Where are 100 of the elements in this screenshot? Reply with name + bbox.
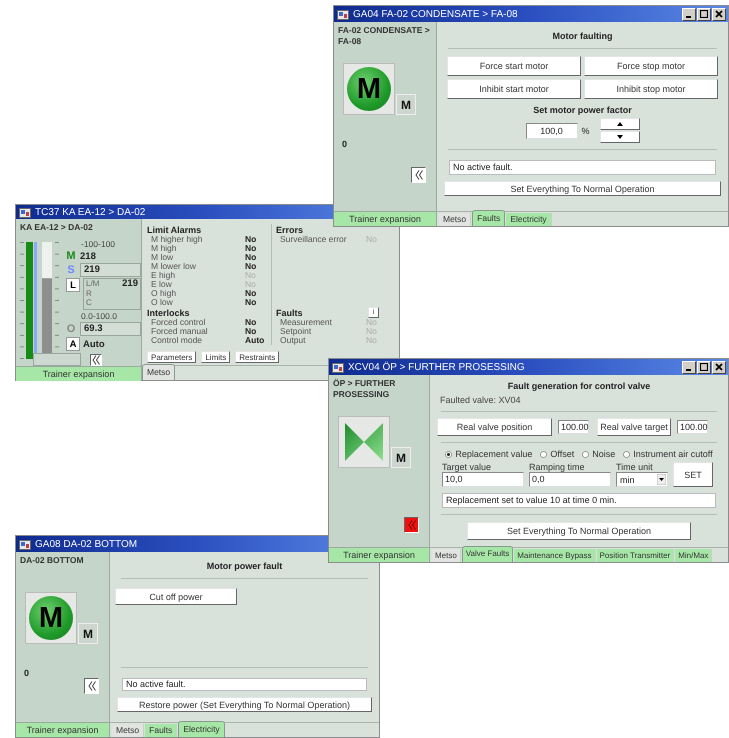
action-button[interactable]: Inhibit stop motor [584,79,718,99]
section-title: Set motor power factor [532,104,633,116]
radio-option[interactable]: Offset [540,449,574,460]
status-value: No [245,235,258,244]
measurement-value: 218 [80,250,96,262]
status-label: O high [151,289,178,298]
tab[interactable]: Faults [145,724,178,737]
reset-button[interactable]: Set Everything To Normal Operation [444,181,721,196]
status-label: Forced control [151,318,206,327]
tab[interactable]: Position Transmitter [596,549,674,562]
tab[interactable]: Metso [112,724,144,737]
action-button[interactable]: Force start motor [447,56,581,76]
section-title: Motor faulting [552,30,614,42]
trainer-expansion-tab[interactable]: Trainer expansion [16,366,141,381]
mode-label: C [86,298,92,308]
field-label: Target value [442,462,492,472]
action-button[interactable]: Cut off power [115,588,237,605]
mode-indicator[interactable]: M [391,447,411,468]
radio-option[interactable]: Noise [582,449,616,460]
status-label: Measurement [280,318,333,327]
mode-label: R [86,288,92,298]
status-value: Auto [245,336,266,345]
panel-heading: KA EA-12 > DA-02 [19,221,94,233]
field-label: Ramping time [529,462,586,472]
tab[interactable]: Metso [432,549,461,562]
tab[interactable]: Faults [472,210,506,226]
unit-label: % [582,126,591,136]
output-tag: O [65,323,77,335]
status-label: M lower low [151,262,197,271]
radio-option[interactable]: Replacement value [445,449,532,460]
status-value: No [245,289,258,298]
section-title: Fault generation for control valve [506,380,652,392]
radio-option[interactable]: Instrument air cutoff [623,449,713,460]
tab[interactable]: Maintenance Bypass [514,549,596,562]
status-value: No [245,318,258,327]
status-field: Replacement set to value 10 at time 0 min. [442,493,716,508]
tab[interactable]: Valve Faults [462,546,514,562]
range-label: -100-100 [80,239,116,249]
panel-button[interactable]: Parameters [147,351,196,363]
field-label: Time unit [616,462,654,472]
tab[interactable]: Electricity [178,721,225,737]
reading-button[interactable]: Real valve target [597,418,671,436]
tab[interactable]: Metso [439,213,472,226]
motor-symbol: M [29,596,73,640]
status-label: E low [151,280,172,289]
trainer-expansion-tab[interactable]: Trainer expansion [16,722,109,737]
status-label: O low [151,298,173,307]
status-label: Surveillance error [280,235,348,244]
section-title: Faults [276,308,303,318]
trainer-expansion-tab[interactable]: Trainer expansion [334,211,436,226]
panel-heading: DA-02 BOTTOM [19,554,85,566]
measurement-tag: M [65,250,77,262]
mode-value: 219 [122,279,138,288]
section-title: Interlocks [147,308,190,318]
panel-heading: FA-02 CONDENSATE > FA-08 [337,24,431,47]
status-label: M higher high [151,235,204,244]
window-title: GA08 DA-02 BOTTOM [35,538,138,550]
reset-button[interactable]: Restore power (Set Everything To Normal Operation) [117,697,372,712]
panel-heading: ÖP > FURTHER PROSESSING [332,377,396,400]
set-button[interactable]: SET [673,462,713,487]
tab[interactable]: Electricity [506,213,552,226]
reading-button[interactable]: Real valve position [437,418,552,436]
auto-button[interactable]: A [66,337,80,351]
status-label: Setpoint [280,327,312,336]
status-field: No active fault. [122,678,367,691]
window-title: XCV04 ÖP > FURTHER PROSESSING [348,362,525,372]
status-label: M high [151,244,177,253]
status-label: E high [151,271,176,280]
mode-indicator[interactable]: M [396,94,416,115]
status-field: No active fault. [449,160,716,175]
output-field: 69.3 [80,322,141,336]
mode-text: Auto [83,338,105,350]
input-field[interactable]: 100,0 [526,122,578,138]
tab[interactable]: Min/Max [675,549,712,562]
setpoint-tag: S [65,264,77,276]
section-title: Errors [276,224,304,234]
status-value: No [245,327,258,336]
input-field[interactable]: 0,0 [529,472,611,487]
reset-button[interactable]: Set Everything To Normal Operation [467,522,691,540]
trainer-expansion-tab[interactable]: Trainer expansion [329,547,429,562]
section-title: Motor power fault [206,560,284,572]
select-field[interactable]: min [616,472,668,487]
panel-button[interactable]: Limits [201,351,230,363]
status-value: No [245,262,258,271]
local-button[interactable]: L [66,278,80,292]
mode-indicator[interactable]: M [78,623,98,644]
setpoint-field: 219 [80,263,141,277]
status-label: Control mode [151,336,204,345]
mode-label: L/M [86,279,100,288]
range-label: 0.0-100.0 [80,311,118,321]
tab[interactable]: Metso [142,364,176,380]
faulted-valve-label: Faulted valve: XV04 [440,395,522,405]
value-field: 100.00 [677,420,708,434]
window-title: TC37 KA EA-12 > DA-02 [35,206,146,218]
status-value: No [245,244,258,253]
panel-button[interactable]: Restraints [235,351,280,363]
status-label: Output [280,336,306,345]
action-button[interactable]: Force stop motor [584,56,718,76]
input-field[interactable]: 10,0 [442,472,524,487]
action-button[interactable]: Inhibit start motor [447,79,581,99]
